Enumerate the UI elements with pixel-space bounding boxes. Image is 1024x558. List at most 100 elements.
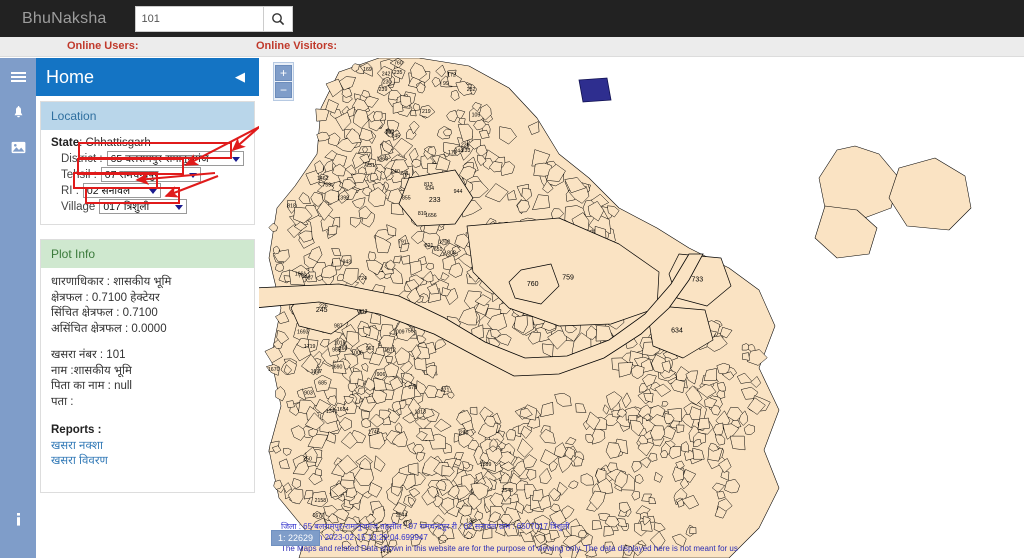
parcel-label: 651: [434, 247, 443, 253]
village-select[interactable]: 017 त्रिशुली: [99, 199, 188, 214]
hamburger-icon[interactable]: [0, 58, 36, 96]
reports-label: Reports :: [51, 424, 102, 436]
info-icon: [13, 512, 24, 527]
parcel-label: 105: [472, 113, 481, 119]
parcel-label: 634: [671, 327, 683, 334]
map-parcel[interactable]: [357, 387, 366, 395]
parcel-label: 967: [366, 346, 375, 352]
parcel-label: 791: [398, 240, 407, 246]
report-link-khasra-naksha[interactable]: खसरा नक्शा: [51, 439, 244, 455]
parcel-label: 233: [429, 197, 441, 204]
chevron-down-icon: [148, 188, 157, 194]
map-parcel[interactable]: [328, 225, 338, 236]
report-link-khasra-vivaran[interactable]: खसरा विवरण: [51, 454, 244, 470]
online-users-label: Online Users:: [67, 40, 139, 52]
map-canvas[interactable]: 99 105 100 179 172 231 171 232 230 219 233 169 287 23…: [259, 58, 1024, 558]
rail-item-layers[interactable]: [0, 130, 36, 164]
ri-select[interactable]: 02 सनावल: [82, 183, 161, 198]
parcel-label: 240: [391, 169, 400, 175]
online-visitors-label: Online Visitors:: [256, 40, 338, 52]
zoom-out-button[interactable]: −: [275, 82, 292, 98]
parcel-label: 245: [391, 133, 400, 139]
map-parcel[interactable]: [741, 352, 750, 361]
map-parcel[interactable]: [469, 406, 478, 415]
parcel-label: 231: [366, 163, 375, 169]
chevron-down-icon: [188, 172, 197, 178]
parcel-label: 818: [287, 203, 296, 209]
map-parcel[interactable]: [532, 489, 544, 502]
plot-field: धारणाधिकार : शासकीय भूमि: [51, 276, 172, 288]
parcel-label: 172: [447, 73, 456, 79]
parcel-label: 1693: [297, 330, 309, 336]
parcel-label: 987: [334, 323, 343, 329]
plot-field: सिंचित क्षेत्रफल : 0.7100: [51, 307, 158, 319]
parcel-label: 1399: [337, 195, 349, 201]
parcel-label: 733: [691, 276, 703, 283]
parcel-label: 1719: [304, 344, 316, 350]
parcel-label: 634: [425, 186, 434, 192]
parcel-label: 1677: [313, 513, 325, 519]
left-icon-rail: [0, 58, 36, 558]
map-parcel[interactable]: [286, 400, 295, 409]
parcel-label: 690: [334, 365, 343, 371]
parcel-label: 1341: [326, 409, 338, 415]
parcel-label: 1899: [480, 462, 492, 468]
parcel-label: 756: [405, 328, 414, 334]
parcel-label: 244: [454, 149, 463, 155]
rail-item-notifications[interactable]: [0, 96, 36, 130]
selected-parcel[interactable]: [578, 77, 612, 103]
plot-info-card: Plot Info धारणाधिकार : शासकीय भूमि क्षेत…: [40, 239, 255, 493]
map-parcel[interactable]: [410, 110, 417, 117]
parcel-label: 250: [303, 456, 312, 462]
ri-row: RI : 02 सनावल: [61, 183, 244, 198]
map-parcel[interactable]: [676, 424, 685, 433]
map-parcel[interactable]: [697, 417, 710, 430]
parcel-label: 821: [425, 243, 434, 249]
hamburger-bar: [10, 72, 26, 74]
map-parcel[interactable]: [360, 410, 370, 420]
parcel-label: 943: [342, 259, 351, 265]
ri-select-value: 02 सनावल: [86, 184, 131, 197]
rail-item-info[interactable]: [0, 502, 36, 536]
parcel-label: 760: [394, 60, 403, 66]
district-select[interactable]: 65 बलरामपुर-रामानुजगंज: [106, 151, 244, 166]
parcel-label: 241: [400, 171, 409, 177]
left-panel: Home ◀ Location State: Chhattisgarh Dist…: [10, 58, 259, 558]
search-icon: [271, 12, 285, 26]
map-parcel[interactable]: [274, 262, 285, 272]
village-row: Village 017 त्रिशुली: [61, 199, 244, 214]
map-parcel[interactable]: [888, 157, 972, 231]
attribution-location-line: जिला : 65 बलरामपुर-रामानुजगंज तहसील : 07…: [281, 522, 570, 531]
cadastral-parcel-map: 9910510017917223117123223021923316928723…: [259, 58, 972, 558]
chevron-left-icon[interactable]: ◀: [235, 69, 245, 85]
online-status-strip: Online Users: Online Visitors:: [0, 37, 1024, 57]
state-label: State: [51, 137, 80, 149]
parcel-label: 808: [447, 250, 456, 256]
parcel-label: 724: [358, 276, 367, 282]
map-attribution: जिला : 65 बलरामपुर-रामानुजगंज तहसील : 07…: [281, 521, 738, 554]
parcel-label: 1697: [311, 369, 323, 375]
bell-icon: [12, 106, 25, 120]
parcel-label: 759: [562, 275, 574, 282]
hamburger-bar: [10, 80, 26, 82]
parcel-label: 230: [383, 80, 392, 86]
parcel-label: 903: [304, 391, 313, 397]
parcel-label: 906: [377, 372, 386, 378]
parcel-label: 219: [422, 109, 431, 115]
location-card-header: Location: [41, 102, 254, 130]
parcel-label: 221: [441, 388, 450, 394]
parcel-label: 813: [359, 309, 368, 315]
tehsil-select[interactable]: 07 रामचन्द्रपुर: [100, 167, 201, 182]
search-input[interactable]: [134, 5, 263, 32]
parcel-label: 242: [382, 72, 391, 78]
parcel-label: 1863: [377, 157, 389, 163]
zoom-in-button[interactable]: +: [275, 65, 292, 81]
parcel-label: 1006: [351, 350, 363, 356]
attribution-disclaimer-line: The Maps and related Data shown in this …: [281, 544, 738, 553]
search-button[interactable]: [262, 5, 293, 32]
map-parcel[interactable]: [332, 257, 342, 267]
map-parcel[interactable]: [413, 357, 427, 372]
parcel-label: 1672: [384, 348, 396, 354]
